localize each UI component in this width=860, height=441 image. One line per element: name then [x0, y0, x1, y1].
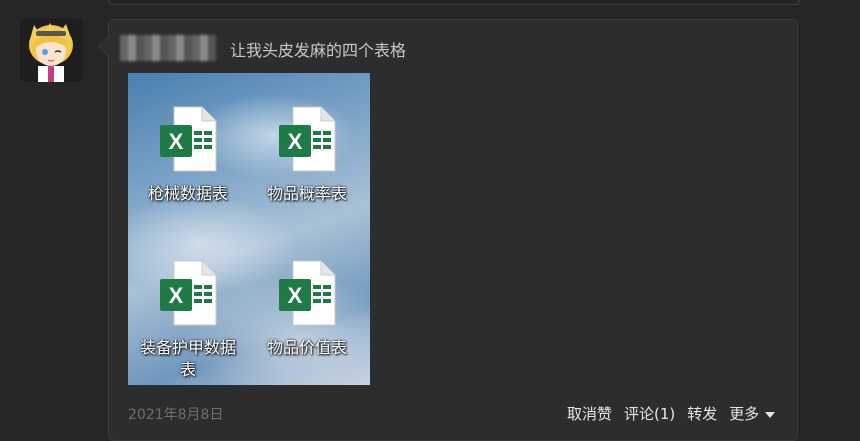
- more-button[interactable]: 更多: [729, 403, 776, 424]
- excel-icon: X: [160, 260, 217, 326]
- post-actions: 取消赞 评论(1) 转发 更多: [567, 403, 776, 424]
- svg-text:X: X: [288, 283, 303, 308]
- post-date: 2021年8月8日: [128, 407, 224, 423]
- svg-text:X: X: [169, 283, 184, 308]
- previous-card-edge: [108, 0, 800, 5]
- file-item: X 物品概率表: [252, 105, 362, 205]
- cancel-like-button[interactable]: 取消赞: [567, 403, 612, 424]
- file-item: X 装备护甲数据表: [133, 259, 243, 381]
- file-name: 物品价值表: [266, 338, 347, 357]
- post-photo[interactable]: X 枪械数据表 X 物品概率表 X 装备护甲数据表 X 物品价值表: [128, 73, 370, 385]
- file-item: X 物品价值表: [252, 259, 362, 359]
- excel-icon: X: [279, 106, 336, 172]
- svg-text:X: X: [288, 129, 303, 154]
- forward-button[interactable]: 转发: [687, 403, 717, 424]
- file-name: 装备护甲数据表: [139, 338, 236, 379]
- avatar[interactable]: [20, 19, 83, 82]
- svg-text:X: X: [169, 129, 184, 154]
- author-name-redacted: [120, 35, 216, 61]
- file-name: 物品概率表: [266, 184, 347, 203]
- file-item: X 枪械数据表: [133, 105, 243, 205]
- file-name: 枪械数据表: [147, 184, 228, 203]
- caret-down-icon: [765, 411, 776, 418]
- more-label: 更多: [729, 405, 760, 423]
- avatar-image: [20, 19, 83, 82]
- comment-button[interactable]: 评论(1): [624, 403, 675, 424]
- excel-icon: X: [279, 260, 336, 326]
- excel-icon: X: [160, 106, 217, 172]
- post-text: 让我头皮发麻的四个表格: [230, 41, 407, 60]
